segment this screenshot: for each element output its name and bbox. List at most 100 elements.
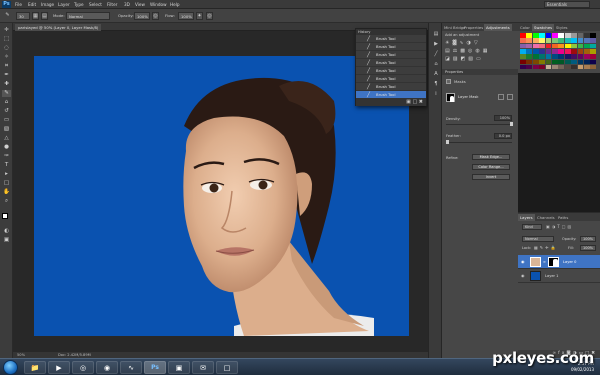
gradient-map-icon[interactable]: ▭ — [476, 56, 484, 62]
color-swatch[interactable] — [564, 48, 571, 54]
color-swatch[interactable] — [590, 64, 597, 70]
color-swatch[interactable] — [564, 33, 571, 38]
color-swatch[interactable] — [571, 59, 577, 65]
tab-paths[interactable]: Paths — [556, 214, 570, 221]
color-swatch[interactable] — [545, 43, 552, 49]
bridge-icon[interactable]: ▣ — [168, 361, 190, 374]
channel-mixer-icon[interactable]: ◍ — [475, 48, 482, 54]
color-swatch[interactable] — [520, 38, 526, 43]
color-swatch[interactable] — [558, 59, 565, 65]
color-swatch[interactable] — [558, 33, 565, 38]
color-swatch[interactable] — [520, 48, 526, 54]
color-swatch[interactable] — [584, 43, 590, 49]
layer-mask-thumbnail[interactable] — [548, 257, 559, 267]
menu-layer[interactable]: Layer — [58, 0, 70, 9]
color-swatch[interactable] — [558, 64, 565, 70]
color-swatch[interactable] — [590, 33, 597, 38]
menu-window[interactable]: Window — [150, 0, 167, 9]
start-button[interactable] — [3, 360, 18, 375]
curves-icon[interactable]: ∿ — [459, 40, 466, 46]
history-brush-tool-icon[interactable]: ↺ — [2, 108, 11, 115]
color-swatch[interactable] — [590, 38, 597, 43]
clone-stamp-tool-icon[interactable]: ⌂ — [2, 99, 11, 106]
marquee-tool-icon[interactable]: ⬚ — [2, 36, 11, 43]
color-swatch[interactable] — [532, 59, 539, 65]
color-swatch[interactable] — [590, 48, 597, 54]
color-swatch[interactable] — [545, 59, 552, 65]
color-swatch[interactable] — [539, 43, 545, 49]
color-swatch[interactable] — [577, 48, 584, 54]
color-swatch[interactable] — [520, 33, 526, 38]
history-panel-icon[interactable]: ▤ — [432, 31, 440, 38]
eyedropper-tool-icon[interactable]: ✒ — [2, 72, 11, 79]
pen-tool-icon[interactable]: ✑ — [2, 153, 11, 160]
invert-button[interactable]: Invert — [472, 174, 510, 180]
invert-icon[interactable]: ◪ — [445, 56, 453, 62]
mode-select[interactable]: Normal — [66, 12, 110, 20]
history-item[interactable]: ╱ Brush Tool — [356, 51, 426, 59]
color-swatch[interactable] — [564, 59, 571, 65]
mail-icon[interactable]: ✉ — [192, 361, 214, 374]
hand-tool-icon[interactable]: ✋ — [2, 189, 11, 196]
layer-row-selected[interactable]: ◉ ∞ Layer 0 — [518, 255, 600, 269]
new-snapshot-icon[interactable]: ▣ — [406, 99, 411, 105]
color-swatch[interactable] — [520, 54, 526, 59]
folder-icon[interactable]: 📁 — [24, 361, 46, 374]
brush-panel-icon[interactable]: ╱ — [432, 51, 440, 58]
color-swatch[interactable] — [552, 64, 558, 70]
screen-mode-icon[interactable]: ▣ — [2, 237, 11, 244]
document-tab[interactable]: parislayed @ 50% (Layer 0, Layer Mask/8) — [15, 24, 102, 31]
workspace-select[interactable]: Essentials — [544, 1, 590, 8]
color-swatch[interactable] — [564, 64, 571, 70]
color-swatch[interactable] — [532, 38, 539, 43]
color-swatch[interactable] — [590, 43, 597, 49]
color-swatch[interactable] — [526, 48, 533, 54]
color-swatch[interactable] — [584, 33, 590, 38]
opacity-field[interactable]: 100% — [134, 12, 150, 20]
actions-panel-icon[interactable]: ▶ — [432, 41, 440, 48]
color-swatch[interactable] — [532, 33, 539, 38]
tab-layers[interactable]: Layers — [518, 214, 535, 221]
color-swatch[interactable] — [532, 54, 539, 59]
menu-3d[interactable]: 3D — [124, 0, 130, 9]
brush-presets-icon[interactable]: ▤ — [41, 12, 48, 20]
visibility-eye-icon[interactable]: ◉ — [521, 273, 525, 278]
hue-saturation-icon[interactable]: ▤ — [445, 48, 453, 54]
filter-smart-icon[interactable]: ▨ — [568, 224, 574, 229]
color-swatch[interactable] — [552, 38, 558, 43]
density-slider[interactable] — [446, 124, 512, 125]
mask-edge-button[interactable]: Mask Edge... — [472, 154, 510, 160]
color-swatch[interactable] — [584, 48, 590, 54]
brush-size-picker[interactable]: 30 — [16, 12, 30, 20]
quick-mask-icon[interactable]: ◐ — [2, 228, 11, 235]
feather-field[interactable]: 0.0 px — [494, 133, 512, 139]
color-swatch[interactable] — [552, 59, 558, 65]
color-swatch[interactable] — [584, 64, 590, 70]
visibility-eye-icon[interactable]: ◉ — [521, 259, 525, 264]
exposure-icon[interactable]: ◑ — [467, 40, 474, 46]
color-swatch[interactable] — [545, 48, 552, 54]
color-swatch[interactable] — [539, 54, 545, 59]
pixel-mask-icon[interactable] — [498, 94, 504, 100]
color-swatch[interactable] — [520, 43, 526, 49]
color-swatch[interactable] — [577, 59, 584, 65]
feather-slider[interactable] — [446, 142, 512, 143]
history-item[interactable]: ╱ Brush Tool — [356, 35, 426, 43]
color-swatch[interactable] — [571, 33, 577, 38]
history-item[interactable]: ╱ Brush Tool — [356, 83, 426, 91]
history-item[interactable]: ╱ Brush Tool — [356, 67, 426, 75]
layer-opacity-field[interactable]: 100% — [580, 236, 596, 242]
color-swatch[interactable] — [558, 48, 565, 54]
paragraph-panel-icon[interactable]: ¶ — [432, 81, 440, 88]
wave-icon[interactable]: ∿ — [120, 361, 142, 374]
color-swatch[interactable] — [552, 48, 558, 54]
color-swatch[interactable] — [545, 64, 552, 70]
color-swatch[interactable] — [532, 48, 539, 54]
tab-styles[interactable]: Styles — [554, 24, 570, 31]
clone-source-icon[interactable]: ⌂ — [432, 61, 440, 68]
trash-icon[interactable]: ✖ — [419, 99, 423, 105]
color-swatch[interactable] — [526, 38, 533, 43]
layer-row[interactable]: ◉ Layer 1 — [518, 269, 600, 283]
quick-select-tool-icon[interactable]: ✧ — [2, 54, 11, 61]
color-swatch[interactable] — [545, 38, 552, 43]
